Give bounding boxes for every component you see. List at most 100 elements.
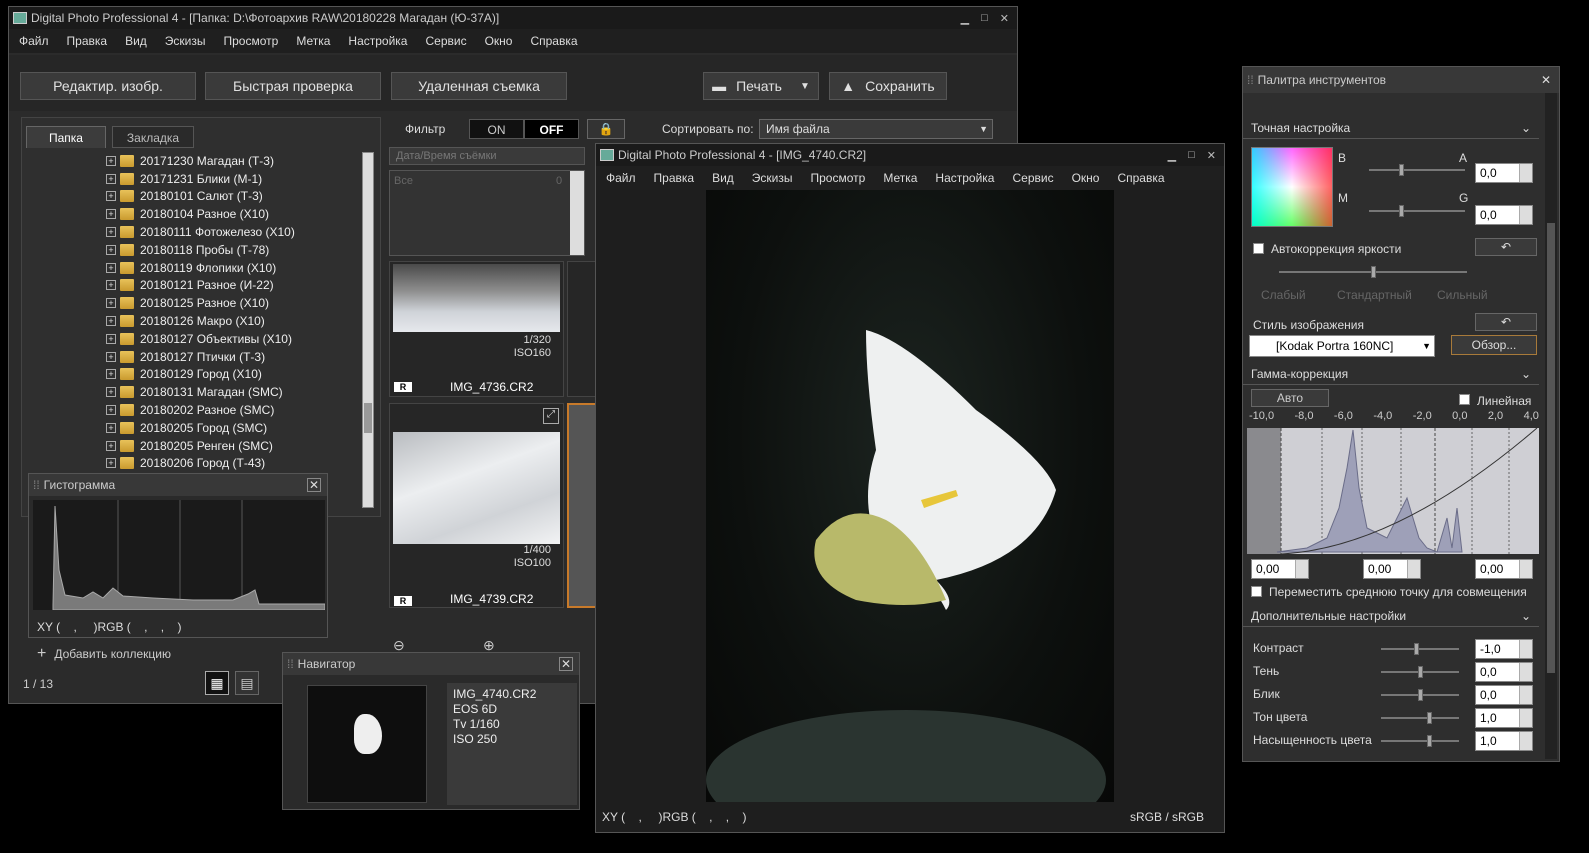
adj-slider[interactable] — [1381, 689, 1459, 701]
folder-item[interactable]: +20180104 Разное (Х10) — [106, 205, 356, 223]
grid-view-icon[interactable]: ▦ — [205, 671, 229, 695]
drag-handle-icon[interactable]: ⁞⁞ — [287, 657, 294, 671]
tab-bookmark[interactable]: Закладка — [112, 126, 194, 148]
expand-icon[interactable]: + — [106, 387, 116, 398]
quick-check-button[interactable]: Быстрая проверка — [205, 72, 381, 100]
folder-item[interactable]: +20180127 Птички (Т-3) — [106, 348, 356, 366]
zoom-icon[interactable]: ⤢ — [543, 408, 559, 424]
expand-icon[interactable]: + — [106, 227, 116, 238]
close-icon[interactable]: ✕ — [1000, 12, 1009, 25]
expand-icon[interactable]: + — [106, 244, 116, 255]
collapse-icon[interactable]: ⌄ — [1521, 609, 1531, 623]
folder-item[interactable]: +20180125 Разное (Х10) — [106, 294, 356, 312]
menu-item[interactable]: Настройка — [935, 171, 994, 185]
menu-item[interactable]: Правка — [654, 171, 695, 185]
extra-header[interactable]: Дополнительные настройки ⌄ — [1243, 605, 1539, 627]
gamma-white-input[interactable]: 0,00 — [1475, 559, 1533, 579]
ba-input[interactable]: 0,0 — [1475, 163, 1533, 183]
expand-icon[interactable]: + — [106, 173, 116, 184]
close-icon[interactable]: ✕ — [559, 657, 573, 671]
menu-item[interactable]: Эскизы — [752, 171, 793, 185]
folder-item[interactable]: +20180119 Флопики (Х10) — [106, 259, 356, 277]
slider-thumb[interactable] — [1427, 735, 1432, 747]
filter-on-button[interactable]: ON — [469, 119, 524, 139]
fine-tune-header[interactable]: Точная настройка ⌄ — [1243, 117, 1539, 139]
menu-item[interactable]: Настройка — [348, 34, 407, 48]
expand-icon[interactable]: + — [106, 440, 116, 451]
menu-item[interactable]: Сервис — [1012, 171, 1053, 185]
menu-item[interactable]: Метка — [296, 34, 330, 48]
gamma-header[interactable]: Гамма-коррекция ⌄ — [1243, 363, 1539, 385]
folder-item[interactable]: +20180205 Город (SMC) — [106, 419, 356, 437]
thumbnail-item[interactable]: ⤢ 1/400 ISO100 R IMG_4739.CR2 — [389, 403, 564, 608]
close-icon[interactable]: ✕ — [1541, 73, 1551, 87]
adj-slider[interactable] — [1381, 735, 1459, 747]
folder-item[interactable]: +20180206 Город (Т-43) — [106, 455, 356, 473]
close-icon[interactable]: ✕ — [307, 478, 321, 492]
style-select[interactable]: [Kodak Portra 160NC] ▼ — [1249, 335, 1435, 357]
adj-slider[interactable] — [1381, 643, 1459, 655]
expand-icon[interactable]: + — [106, 262, 116, 273]
adj-input[interactable]: -1,0 — [1475, 639, 1533, 659]
folder-item[interactable]: +20180202 Разное (SMC) — [106, 401, 356, 419]
thumbnail-item-selected[interactable] — [567, 403, 597, 608]
menu-item[interactable]: Вид — [125, 34, 147, 48]
menu-item[interactable]: Просмотр — [811, 171, 866, 185]
edit-image-button[interactable]: Редактир. изобр. — [20, 72, 196, 100]
autobright-slider[interactable] — [1279, 266, 1467, 278]
expand-icon[interactable]: + — [106, 422, 116, 433]
ba-slider[interactable] — [1369, 164, 1465, 176]
slider-thumb[interactable] — [1427, 712, 1432, 724]
adj-input[interactable]: 1,0 — [1475, 731, 1533, 751]
sort-select[interactable]: Имя файла ▼ — [759, 119, 993, 139]
minimize-icon[interactable]: ▁ — [961, 12, 969, 25]
chevron-down-icon[interactable]: ▼ — [800, 81, 810, 92]
menu-item[interactable]: Файл — [606, 171, 636, 185]
list-view-icon[interactable]: ▤ — [235, 671, 259, 695]
menu-item[interactable]: Эскизы — [165, 34, 206, 48]
linear-checkbox[interactable] — [1459, 394, 1470, 405]
expand-icon[interactable]: + — [106, 209, 116, 220]
expand-icon[interactable]: + — [106, 155, 116, 166]
lock-icon[interactable]: 🔒 — [587, 119, 625, 139]
menu-item[interactable]: Окно — [485, 34, 513, 48]
folder-item[interactable]: +20180101 Салют (Т-3) — [106, 188, 356, 206]
palette-scrollbar[interactable] — [1545, 93, 1557, 759]
maximize-icon[interactable]: □ — [1188, 149, 1195, 162]
expand-icon[interactable]: + — [106, 316, 116, 327]
reset-icon[interactable]: ↶ — [1475, 313, 1537, 331]
expand-icon[interactable]: + — [106, 191, 116, 202]
auto-button[interactable]: Авто — [1251, 389, 1329, 407]
save-button[interactable]: ▲ Сохранить — [829, 72, 947, 100]
folder-item[interactable]: +20180131 Магадан (SMC) — [106, 383, 356, 401]
tab-folder[interactable]: Папка — [26, 126, 106, 148]
slider-thumb[interactable] — [1418, 689, 1423, 701]
minimize-icon[interactable]: ▁ — [1168, 149, 1176, 162]
menu-item[interactable]: Метка — [883, 171, 917, 185]
autobright-checkbox[interactable] — [1253, 243, 1264, 254]
print-button[interactable]: ▬ Печать ▼ — [703, 72, 819, 100]
maximize-icon[interactable]: □ — [981, 12, 988, 25]
remote-shooting-button[interactable]: Удаленная съемка — [391, 72, 567, 100]
adj-slider[interactable] — [1381, 712, 1459, 724]
menu-item[interactable]: Справка — [1117, 171, 1164, 185]
drag-handle-icon[interactable]: ⁞⁞ — [1247, 73, 1254, 87]
slider-thumb[interactable] — [1414, 643, 1419, 655]
adj-input[interactable]: 1,0 — [1475, 708, 1533, 728]
folder-item[interactable]: +20171230 Магадан (Т-3) — [106, 152, 356, 170]
collapse-icon[interactable]: ⌄ — [1521, 121, 1531, 135]
add-collection-button[interactable]: + Добавить коллекцию — [37, 645, 171, 663]
reset-icon[interactable]: ↶ — [1475, 238, 1537, 256]
folder-item[interactable]: +20180121 Разное (И-22) — [106, 277, 356, 295]
filter-off-button[interactable]: OFF — [524, 119, 579, 139]
mg-input[interactable]: 0,0 — [1475, 205, 1533, 225]
expand-icon[interactable]: + — [106, 280, 116, 291]
mg-slider[interactable] — [1369, 205, 1465, 217]
folder-item[interactable]: +20180118 Пробы (Т-78) — [106, 241, 356, 259]
menu-item[interactable]: Сервис — [425, 34, 466, 48]
menu-item[interactable]: Правка — [67, 34, 108, 48]
adj-input[interactable]: 0,0 — [1475, 662, 1533, 682]
expand-icon[interactable]: + — [106, 405, 116, 416]
thumbnail-item[interactable]: 1/320 ISO160 R IMG_4736.CR2 — [389, 261, 564, 397]
folder-item[interactable]: +20171231 Блики (М-1) — [106, 170, 356, 188]
